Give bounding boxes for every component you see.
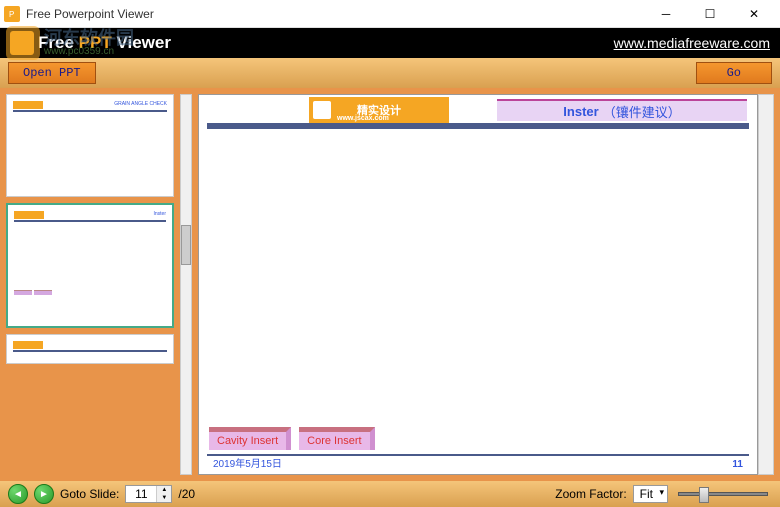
slide-viewport: 精实设计 www.jscax.com Inster（镶件建议） Cavity I… (192, 88, 780, 481)
slide-page-number: 11 (732, 459, 743, 470)
goto-slide-input-wrap: ▲ ▼ (125, 485, 172, 503)
slide-thumbnail[interactable]: GRAIN ANGLE CHECK (6, 94, 174, 197)
maximize-button[interactable]: ☐ (688, 0, 732, 28)
sidebar-scrollbar[interactable] (180, 94, 192, 475)
footer-bar: ◄ ► Goto Slide: ▲ ▼ /20 Zoom Factor: Fit (0, 481, 780, 507)
svg-text:P: P (9, 10, 14, 19)
cavity-insert-button[interactable]: Cavity Insert (209, 427, 291, 450)
app-icon: P (4, 6, 20, 22)
slide-spin-up[interactable]: ▲ (157, 486, 171, 494)
slide-scrollbar-vertical[interactable] (758, 94, 774, 475)
thumb-title: Inster (153, 211, 166, 217)
goto-slide-label: Goto Slide: (60, 487, 119, 501)
slide-date: 2019年5月15日 (213, 455, 282, 470)
slide-footer-divider (207, 454, 749, 456)
thumb-label: s012032489 (11, 303, 169, 323)
goto-slide-input[interactable] (126, 486, 156, 502)
total-slides-label: /20 (178, 487, 195, 501)
window-titlebar: P Free Powerpoint Viewer ─ ☐ ✕ (0, 0, 780, 28)
scrollbar-thumb[interactable] (181, 225, 191, 265)
slide-canvas: 精实设计 www.jscax.com Inster（镶件建议） Cavity I… (198, 94, 758, 475)
slide-company-logo: 精实设计 www.jscax.com (309, 97, 449, 123)
toolbar: Open PPT Go (0, 58, 780, 88)
thumb-logo-icon (13, 101, 43, 109)
zoom-factor-label: Zoom Factor: (555, 487, 626, 501)
slide-logo-url: www.jscax.com (337, 115, 389, 122)
minimize-button[interactable]: ─ (644, 0, 688, 28)
window-controls: ─ ☐ ✕ (644, 0, 776, 28)
slide-thumbnail[interactable]: Inster s012032489 (6, 203, 174, 328)
zoom-slider-thumb[interactable] (699, 487, 709, 503)
main-area: GRAIN ANGLE CHECK Inster s012032489 (0, 88, 780, 481)
brand-text: Free PPT Viewer (38, 33, 171, 53)
brand-icon (10, 31, 34, 55)
header-bar: Free PPT Viewer www.mediafreeware.com (0, 28, 780, 58)
slide-divider (207, 123, 749, 129)
prev-slide-button[interactable]: ◄ (8, 484, 28, 504)
slide-title: Inster（镶件建议） (497, 99, 747, 121)
brand-logo: Free PPT Viewer (10, 31, 171, 55)
window-title: Free Powerpoint Viewer (26, 7, 644, 21)
slide-spin-down[interactable]: ▼ (157, 494, 171, 502)
go-button[interactable]: Go (696, 62, 772, 84)
open-ppt-button[interactable]: Open PPT (8, 62, 96, 84)
close-button[interactable]: ✕ (732, 0, 776, 28)
zoom-factor-select[interactable]: Fit (633, 485, 668, 503)
thumb-title: GRAIN ANGLE CHECK (114, 101, 167, 107)
slide-button-row: Cavity Insert Core Insert (209, 427, 375, 450)
next-slide-button[interactable]: ► (34, 484, 54, 504)
thumb-logo-icon (13, 341, 43, 349)
website-link[interactable]: www.mediafreeware.com (614, 35, 770, 51)
zoom-slider[interactable] (678, 492, 768, 496)
slide-thumbnail[interactable] (6, 334, 174, 364)
core-insert-button[interactable]: Core Insert (299, 427, 374, 450)
thumb-logo-icon (14, 211, 44, 219)
thumbnail-sidebar: GRAIN ANGLE CHECK Inster s012032489 (0, 88, 180, 481)
